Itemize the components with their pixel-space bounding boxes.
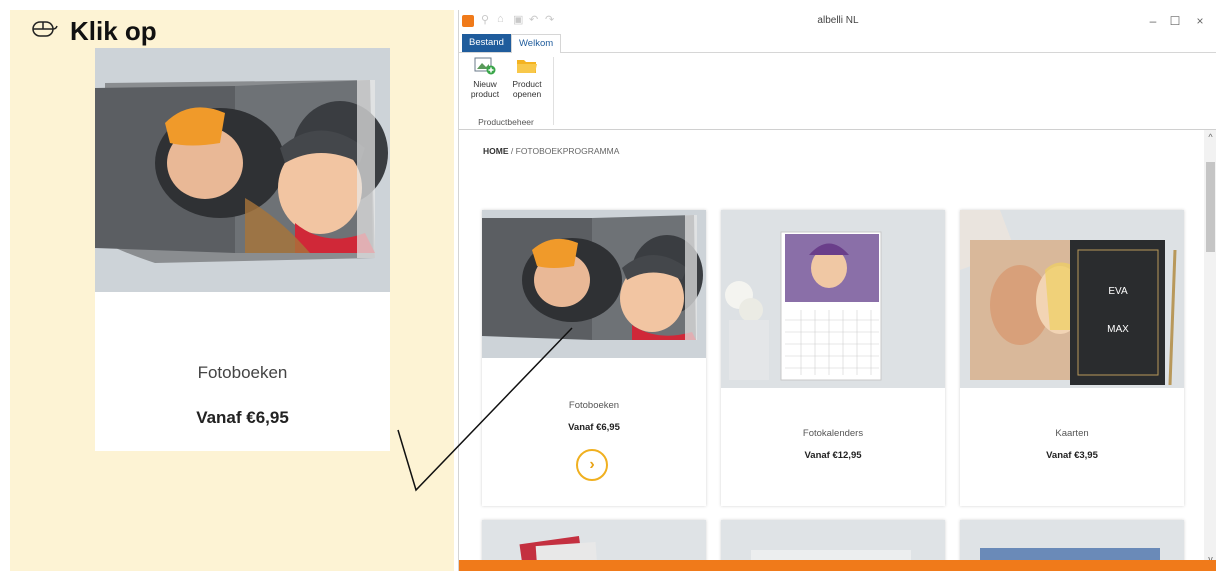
new-product-button[interactable]: Nieuw product <box>465 57 505 99</box>
mouse-icon <box>32 20 58 43</box>
undo-icon[interactable]: ↶ <box>529 13 538 26</box>
open-fotoboeken-button[interactable]: › <box>576 449 608 481</box>
breadcrumb-separator: / <box>510 146 514 156</box>
zoom-product-card: Fotoboeken Vanaf €6,95 <box>95 48 390 451</box>
scrollbar-thumb[interactable] <box>1206 162 1215 252</box>
photobook-image <box>95 48 390 292</box>
app-window: ⚲ ⌂ ▣ ↶ ↷ albelli NL – ☐ × Bestand Welko… <box>458 10 1216 571</box>
ribbon-tabs: Bestand Welkom ▲ ● <box>459 32 1216 70</box>
close-button[interactable]: × <box>1186 12 1214 30</box>
search-icon[interactable]: ⚲ <box>481 13 489 26</box>
product-card-fotoboeken[interactable]: Fotoboeken Vanaf €6,95 › <box>482 210 706 506</box>
new-product-icon <box>474 57 496 75</box>
product-card-kaarten[interactable]: EVA MAX Kaarten Vanaf €3,95 <box>960 210 1184 506</box>
svg-text:MAX: MAX <box>1107 324 1129 335</box>
window-title: albelli NL <box>817 15 859 26</box>
tab-welkom[interactable]: Welkom <box>511 34 562 54</box>
kaarten-image: EVA MAX <box>960 210 1184 388</box>
save-icon[interactable]: ▣ <box>513 13 523 26</box>
product-name: Kaarten <box>1055 428 1089 439</box>
zoom-product-price: Vanaf €6,95 <box>196 408 289 427</box>
home-icon[interactable]: ⌂ <box>497 13 504 25</box>
scroll-up-icon[interactable]: ^ <box>1204 132 1216 142</box>
open-product-button[interactable]: Product openen <box>507 57 547 99</box>
breadcrumb-current: FOTOBOEKPROGRAMMA <box>515 146 620 156</box>
product-price: Vanaf €3,95 <box>1046 450 1098 461</box>
product-price: Vanaf €6,95 <box>568 422 620 433</box>
product-price: Vanaf €12,95 <box>804 450 862 461</box>
zoom-product-name: Fotoboeken <box>197 363 288 382</box>
title-bar: ⚲ ⌂ ▣ ↶ ↷ albelli NL – ☐ × <box>459 10 1216 32</box>
redo-icon[interactable]: ↷ <box>545 13 554 26</box>
fotokalenders-image <box>721 210 945 388</box>
ribbon-group-label: Productbeheer <box>478 117 534 127</box>
main-content: HOME / FOTOBOEKPROGRAMMA Fotoboeken Vana… <box>459 130 1204 571</box>
ribbon-divider <box>553 57 554 125</box>
product-name: Fotokalenders <box>802 428 864 439</box>
instruction-header: Klik op <box>32 16 157 47</box>
breadcrumb: HOME / FOTOBOEKPROGRAMMA <box>483 146 619 156</box>
breadcrumb-home[interactable]: HOME <box>483 146 509 156</box>
open-product-label: Product openen <box>512 79 542 99</box>
fotoboeken-image <box>482 210 706 358</box>
product-card-fotokalenders[interactable]: Fotokalenders Vanaf €12,95 <box>721 210 945 506</box>
new-product-label: Nieuw product <box>470 79 500 99</box>
vertical-scrollbar[interactable]: ^ v <box>1204 130 1216 571</box>
folder-icon <box>516 57 538 75</box>
instruction-panel: Klik op Fotoboeken Vanaf €6,95 <box>10 10 454 571</box>
footer-bar <box>459 560 1216 571</box>
svg-text:EVA: EVA <box>1108 286 1128 297</box>
product-name: Fotoboeken <box>568 400 620 411</box>
tab-bestand[interactable]: Bestand <box>462 34 511 52</box>
ribbon: Nieuw product Product openen Productbehe… <box>459 53 1216 130</box>
instruction-title: Klik op <box>70 16 157 46</box>
app-logo-icon <box>462 15 474 27</box>
maximize-button[interactable]: ☐ <box>1161 12 1189 30</box>
